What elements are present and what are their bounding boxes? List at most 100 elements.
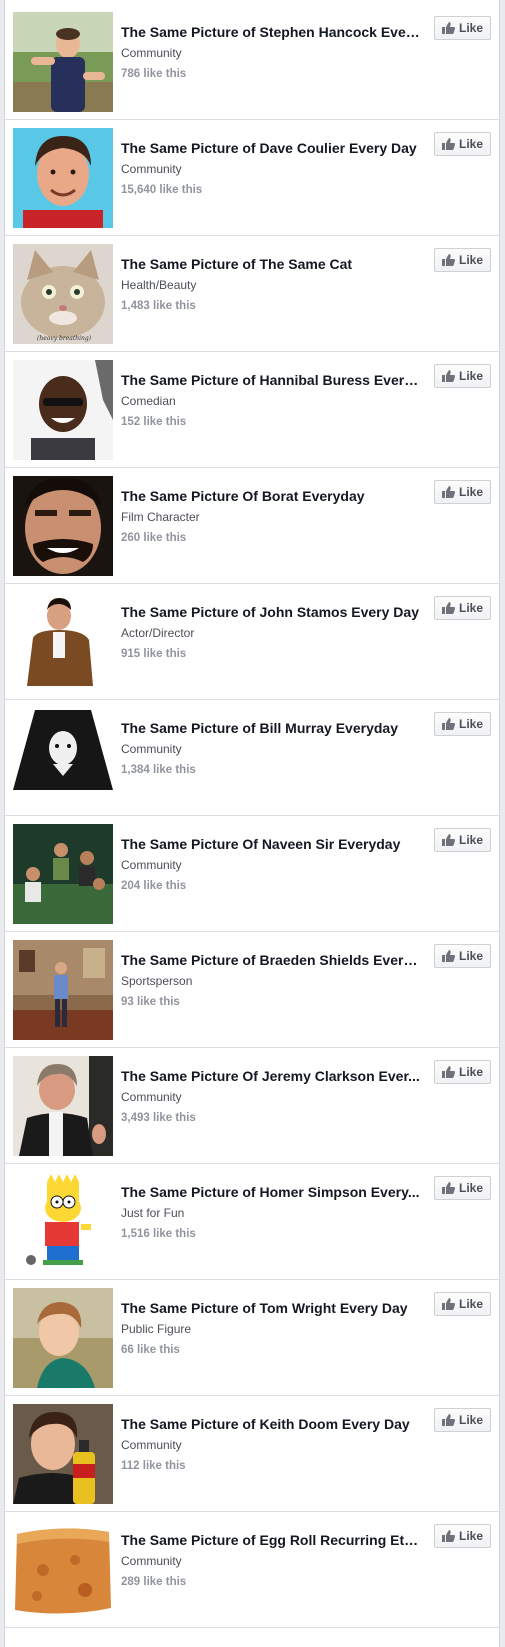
page-category: Just for Fun: [121, 1206, 185, 1220]
page-thumbnail[interactable]: (heavy breathing): [13, 244, 113, 344]
thumbs-up-icon: [441, 1530, 455, 1542]
like-button[interactable]: Like: [434, 1292, 491, 1316]
like-button[interactable]: Like: [434, 1060, 491, 1084]
page-thumbnail[interactable]: [13, 12, 113, 112]
like-button[interactable]: Like: [434, 828, 491, 852]
like-button[interactable]: Like: [434, 712, 491, 736]
page-thumbnail[interactable]: [13, 1172, 113, 1272]
like-button[interactable]: Like: [434, 248, 491, 272]
page-title[interactable]: The Same Picture of John Stamos Every Da…: [121, 603, 421, 621]
thumbs-up-icon: [441, 834, 455, 846]
like-count: 15,640 like this: [121, 184, 203, 196]
page-category: Community: [121, 858, 182, 872]
like-button-label: Like: [458, 21, 483, 35]
like-button[interactable]: Like: [434, 1408, 491, 1432]
like-count: 112 like this: [121, 1460, 186, 1472]
page-thumbnail[interactable]: [13, 1288, 113, 1388]
page-title[interactable]: The Same Picture of Bill Murray Everyday: [121, 719, 421, 737]
like-count: 66 like this: [121, 1344, 180, 1356]
like-button-label: Like: [458, 485, 483, 499]
list-item: The Same Picture of Homer Simpson Every.…: [5, 1164, 499, 1280]
page-category: Community: [121, 742, 182, 756]
list-item: The Same Picture Of Jeremy Clarkson Ever…: [5, 1048, 499, 1164]
page-category: Actor/Director: [121, 626, 195, 640]
page-title[interactable]: The Same Picture of Dave Coulier Every D…: [121, 139, 421, 157]
like-count: 260 like this: [121, 532, 187, 544]
page-thumbnail[interactable]: [13, 708, 113, 808]
page-thumbnail[interactable]: [13, 476, 113, 576]
thumbs-up-icon: [441, 718, 455, 730]
list-item: The Same Picture of Dave Coulier Every D…: [5, 120, 499, 236]
list-item: The Same Picture Of Borat Everyday Film …: [5, 468, 499, 584]
like-count: 152 like this: [121, 416, 187, 428]
like-button-label: Like: [458, 369, 483, 383]
like-button-label: Like: [458, 949, 483, 963]
page-title[interactable]: The Same Picture Of Naveen Sir Everyday: [121, 835, 421, 853]
like-button[interactable]: Like: [434, 16, 491, 40]
page-category: Health/Beauty: [121, 278, 197, 292]
like-count: 786 like this: [121, 68, 187, 80]
thumbs-up-icon: [441, 1298, 455, 1310]
page-thumbnail[interactable]: [13, 592, 113, 692]
page-title[interactable]: The Same Picture Of Borat Everyday: [121, 487, 421, 505]
page-thumbnail[interactable]: [13, 940, 113, 1040]
page-title[interactable]: The Same Picture of Braeden Shields Ever…: [121, 951, 421, 969]
page-title[interactable]: The Same Picture of Stephen Hancock Ever…: [121, 23, 421, 41]
like-button-label: Like: [458, 1297, 483, 1311]
page-category: Community: [121, 162, 182, 176]
like-button-label: Like: [458, 137, 483, 151]
page-title[interactable]: The Same Picture of Tom Wright Every Day: [121, 1299, 421, 1317]
like-count: 915 like this: [121, 648, 187, 660]
page-category: Sportsperson: [121, 974, 193, 988]
like-button[interactable]: Like: [434, 1524, 491, 1548]
page-category: Community: [121, 46, 182, 60]
list-item: The Same Picture of Bill Murray Everyday…: [5, 700, 499, 816]
list-item: The Same Picture of Egg Roll Recurring E…: [5, 1512, 499, 1628]
page-thumbnail[interactable]: [13, 1520, 113, 1620]
image-caption: (heavy breathing): [37, 335, 92, 342]
thumbs-up-icon: [441, 486, 455, 498]
like-button-label: Like: [458, 833, 483, 847]
thumbs-up-icon: [441, 950, 455, 962]
list-item: The Same Picture of Hannibal Buress Ever…: [5, 352, 499, 468]
thumbs-up-icon: [441, 22, 455, 34]
page-thumbnail[interactable]: [13, 824, 113, 924]
list-item: The Same Picture of Stephen Hancock Ever…: [5, 0, 499, 120]
page-title[interactable]: The Same Picture of Hannibal Buress Ever…: [121, 371, 421, 389]
page-title[interactable]: The Same Picture Of Jeremy Clarkson Ever…: [121, 1067, 421, 1085]
list-item: The Same Picture of Keith Doom Every Day…: [5, 1396, 499, 1512]
page-thumbnail[interactable]: [13, 360, 113, 460]
thumbs-up-icon: [441, 254, 455, 266]
like-button-label: Like: [458, 1529, 483, 1543]
like-button-label: Like: [458, 253, 483, 267]
like-count: 93 like this: [121, 996, 180, 1008]
like-button[interactable]: Like: [434, 480, 491, 504]
thumbs-up-icon: [441, 1066, 455, 1078]
like-button[interactable]: Like: [434, 364, 491, 388]
list-item: The Same Picture of John Stamos Every Da…: [5, 584, 499, 700]
thumbs-up-icon: [441, 1182, 455, 1194]
like-count: 3,493 like this: [121, 1112, 196, 1124]
page-category: Film Character: [121, 510, 200, 524]
page-title[interactable]: The Same Picture of The Same Cat: [121, 255, 421, 273]
list-item: The Same Picture of Braeden Shields Ever…: [5, 932, 499, 1048]
page-title[interactable]: The Same Picture of Egg Roll Recurring E…: [121, 1531, 421, 1549]
list-item: The Same Picture of Tom Wright Every Day…: [5, 1280, 499, 1396]
page-title[interactable]: The Same Picture of Homer Simpson Every.…: [121, 1183, 421, 1201]
like-button[interactable]: Like: [434, 132, 491, 156]
like-count: 1,516 like this: [121, 1228, 196, 1240]
page-thumbnail[interactable]: [13, 128, 113, 228]
like-button[interactable]: Like: [434, 944, 491, 968]
like-button-label: Like: [458, 1181, 483, 1195]
page-title[interactable]: The Same Picture of Keith Doom Every Day: [121, 1415, 421, 1433]
page-thumbnail[interactable]: [13, 1404, 113, 1504]
like-count: 204 like this: [121, 880, 187, 892]
like-button-label: Like: [458, 717, 483, 731]
thumbs-up-icon: [441, 1414, 455, 1426]
like-button[interactable]: Like: [434, 596, 491, 620]
like-button[interactable]: Like: [434, 1176, 491, 1200]
page-category: Comedian: [121, 394, 176, 408]
page-thumbnail[interactable]: [13, 1056, 113, 1156]
like-button-label: Like: [458, 601, 483, 615]
thumbs-up-icon: [441, 370, 455, 382]
